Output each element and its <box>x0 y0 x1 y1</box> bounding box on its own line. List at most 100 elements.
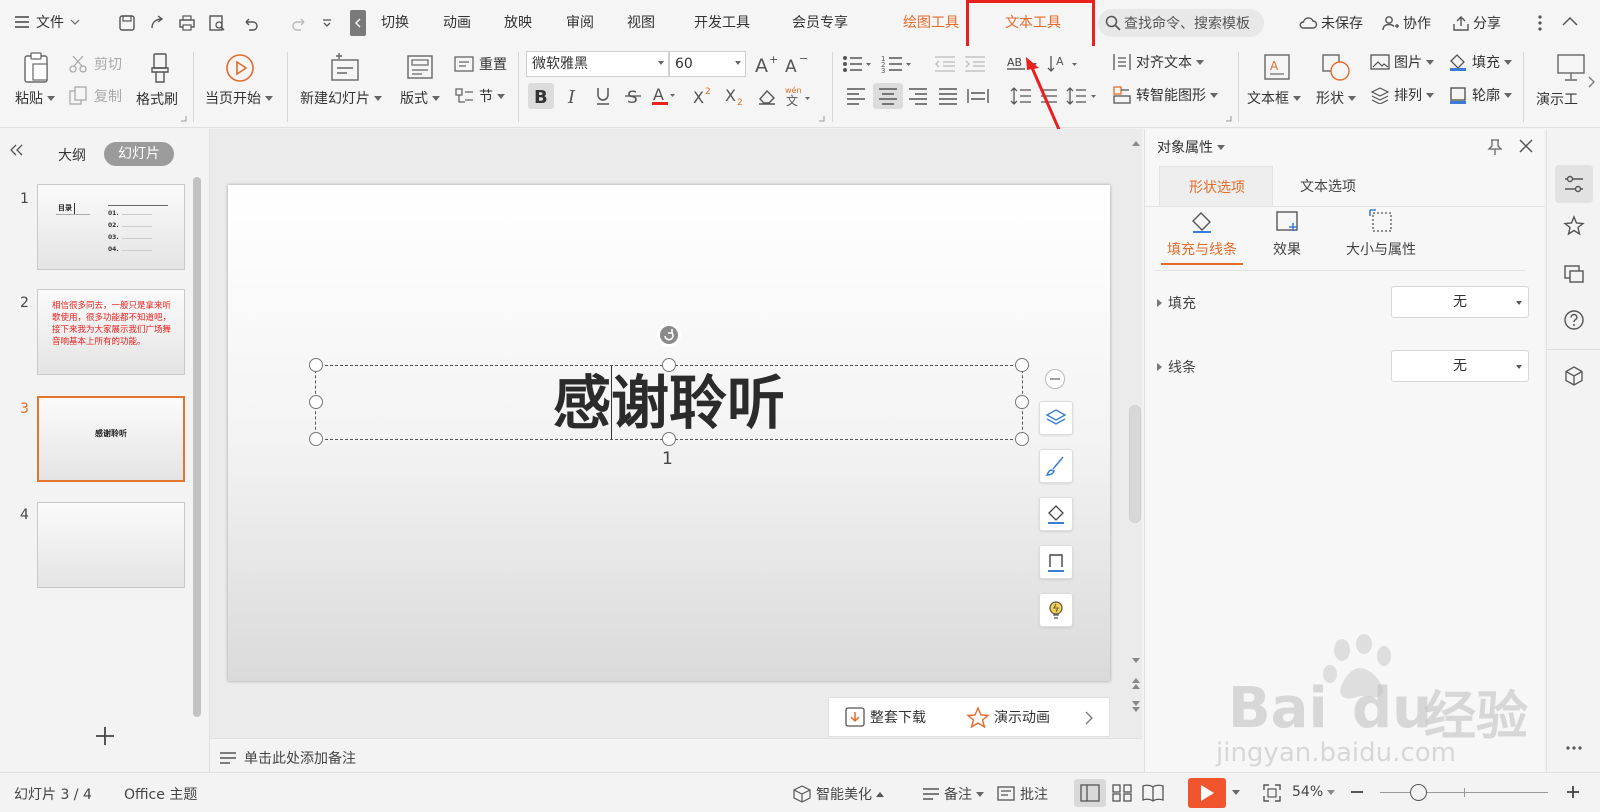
file-menu[interactable]: 文件 <box>14 12 80 32</box>
numbered-list-icon[interactable]: 123 <box>880 51 914 77</box>
transition-icon[interactable] <box>1563 263 1585 285</box>
collapse-toolbar-icon[interactable] <box>1045 369 1065 389</box>
shape-button[interactable]: 形状 <box>1316 88 1356 108</box>
font-color-icon[interactable]: A <box>650 83 676 109</box>
resize-handle-e[interactable] <box>1015 395 1029 409</box>
style-brush-icon[interactable] <box>1039 449 1073 483</box>
font-size-combo[interactable]: 60 <box>669 51 746 77</box>
canvas-scrollbar-thumb[interactable] <box>1129 405 1141 523</box>
format-painter-icon[interactable] <box>146 52 174 84</box>
picture-button[interactable]: 图片 <box>1370 52 1434 72</box>
copy-button[interactable]: 复制 <box>68 86 122 106</box>
undo-icon[interactable] <box>240 12 262 34</box>
paste-button[interactable]: 粘贴 <box>15 88 55 108</box>
next-slide-icon[interactable] <box>1132 700 1140 712</box>
tab-scroll-left[interactable] <box>350 10 366 36</box>
increase-font-icon[interactable]: A + <box>753 51 779 77</box>
new-slide-button[interactable]: 新建幻灯片 <box>300 88 382 108</box>
align-right-icon[interactable] <box>905 83 931 109</box>
clear-format-icon[interactable] <box>754 83 780 109</box>
animation-star-icon[interactable] <box>1563 215 1585 237</box>
play-from-current-icon[interactable] <box>224 52 256 84</box>
tab-animation[interactable]: 动画 <box>443 12 471 32</box>
font-name-combo[interactable]: 微软雅黑 <box>526 51 669 77</box>
justify-icon[interactable] <box>935 83 961 109</box>
increase-indent-icon[interactable] <box>962 51 988 77</box>
fill-dropdown[interactable]: 无 <box>1391 286 1529 318</box>
reading-view-icon[interactable] <box>1142 784 1164 802</box>
smart-beautify-button[interactable]: 智能美化 <box>792 784 884 804</box>
strikethrough-icon[interactable]: S <box>620 83 646 109</box>
zoom-out-icon[interactable] <box>1350 785 1364 799</box>
resize-handle-ne[interactable] <box>1015 358 1029 372</box>
textbox-icon[interactable]: A <box>1262 52 1292 82</box>
chevron-down-icon[interactable] <box>1232 790 1240 795</box>
distribute-icon[interactable] <box>965 83 991 109</box>
customize-toolbar-icon[interactable] <box>316 12 338 34</box>
export-icon[interactable] <box>146 12 168 34</box>
layers-icon[interactable] <box>1039 401 1073 435</box>
phonetic-guide-icon[interactable]: wén 文 <box>784 83 810 109</box>
zoom-slider-thumb[interactable] <box>1410 784 1427 801</box>
chevron-right-icon[interactable] <box>1085 711 1093 725</box>
slide-thumbnail-3[interactable]: 感谢聆听 <box>37 396 185 482</box>
bold-icon[interactable]: B <box>528 83 554 109</box>
tab-outline[interactable]: 大纲 <box>58 145 86 165</box>
decrease-indent-icon[interactable] <box>932 51 958 77</box>
superscript-icon[interactable]: X2 <box>690 83 716 109</box>
resize-handle-sw[interactable] <box>309 432 323 446</box>
resize-handle-nw[interactable] <box>309 358 323 372</box>
tab-review[interactable]: 审阅 <box>566 12 594 32</box>
align-left-icon[interactable] <box>843 83 869 109</box>
line-dropdown[interactable]: 无 <box>1391 350 1529 382</box>
italic-icon[interactable]: I <box>560 83 586 109</box>
presentation-tool-icon[interactable] <box>1556 52 1586 82</box>
slide-title[interactable]: 感谢聆听 <box>316 368 1022 438</box>
tab-slideshow[interactable]: 放映 <box>504 12 532 32</box>
prev-slide-icon[interactable] <box>1132 678 1140 690</box>
slide-thumbnail-4[interactable] <box>37 502 185 588</box>
subscript-icon[interactable]: X2 <box>722 83 748 109</box>
add-slide-icon[interactable] <box>94 725 116 747</box>
spacing-options-icon[interactable] <box>1066 83 1102 109</box>
pin-icon[interactable] <box>1487 138 1503 156</box>
scroll-up-icon[interactable] <box>1132 140 1140 146</box>
shape-fill-icon[interactable] <box>1039 497 1073 531</box>
resize-handle-se[interactable] <box>1015 432 1029 446</box>
tab-text-options[interactable]: 文本选项 <box>1300 176 1356 196</box>
section-button[interactable]: 节 <box>453 86 505 106</box>
tab-shape-options[interactable]: 形状选项 <box>1159 166 1273 206</box>
print-icon[interactable] <box>176 12 198 34</box>
share-button[interactable]: 分享 <box>1452 13 1501 33</box>
command-search[interactable]: 查找命令、搜索模板 <box>1098 9 1264 37</box>
print-preview-icon[interactable] <box>206 12 228 34</box>
align-center-icon[interactable] <box>873 83 903 109</box>
rotate-handle-icon[interactable] <box>657 323 681 347</box>
resize-handle-w[interactable] <box>309 395 323 409</box>
notes-toggle-button[interactable]: 备注 <box>922 784 984 804</box>
demo-animation-button[interactable]: 演示动画 <box>965 706 1050 728</box>
slide-thumbnail-1[interactable]: 目录 01. 02. 03. 04. <box>37 184 185 270</box>
more-icon[interactable] <box>1565 745 1583 751</box>
help-icon[interactable] <box>1563 309 1585 331</box>
layout-icon[interactable] <box>406 54 434 80</box>
subtab-size-properties[interactable]: 大小与属性 <box>1329 209 1433 265</box>
slide-sorter-icon[interactable] <box>1112 784 1132 802</box>
shape-icon[interactable] <box>1320 52 1352 82</box>
shape-outline-icon[interactable] <box>1039 545 1073 579</box>
redo-icon[interactable] <box>288 12 310 34</box>
subtab-fill-line[interactable]: 填充与线条 <box>1161 209 1243 269</box>
slides-scrollbar[interactable] <box>193 177 201 717</box>
play-from-current-button[interactable]: 当页开始 <box>205 88 273 108</box>
underline-icon[interactable] <box>590 83 616 109</box>
subtab-effects[interactable]: 效果 <box>1255 209 1319 265</box>
ribbon-scroll-right-icon[interactable] <box>1588 76 1596 88</box>
tab-drawing-tools[interactable]: 绘图工具 <box>903 12 959 32</box>
pane-title[interactable]: 对象属性 <box>1157 137 1225 157</box>
tab-transition[interactable]: 切换 <box>381 12 409 32</box>
properties-sliders-icon[interactable] <box>1555 165 1593 203</box>
presentation-tool-label[interactable]: 演示工 <box>1536 89 1578 109</box>
notes-area[interactable]: 单击此处添加备注 <box>210 738 1142 772</box>
slide-thumbnail-2[interactable]: 相信很多同去，一般只是拿来听歌使用，很多功能都不知道吧，接下来我为大家展示我们广… <box>37 289 185 375</box>
selected-textbox[interactable]: 感谢聆听 <box>315 365 1023 440</box>
